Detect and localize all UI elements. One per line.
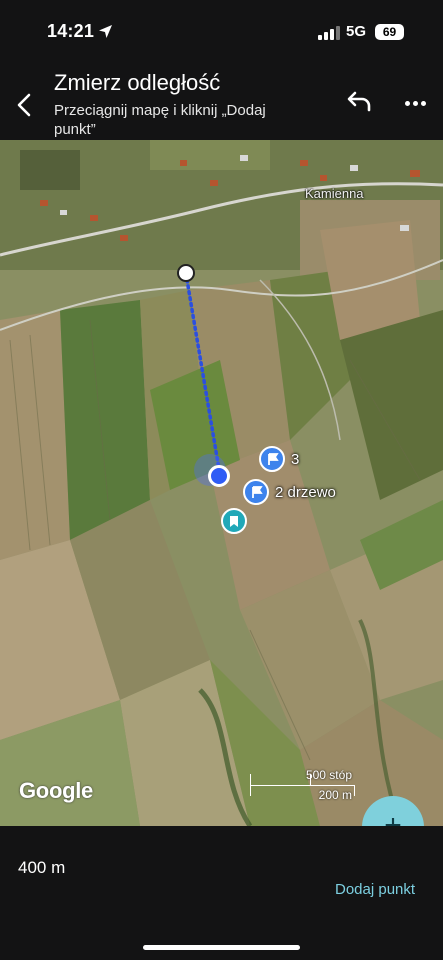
home-indicator[interactable] (143, 945, 300, 950)
place-label: Kamienna (305, 186, 364, 201)
pin-label-2-drzewo: 2 drzewo (275, 484, 336, 501)
flag-pin-3[interactable] (259, 446, 285, 472)
scale-metric: 200 m (318, 788, 352, 802)
more-options-icon[interactable] (400, 90, 430, 118)
back-arrow-icon[interactable] (10, 90, 40, 120)
google-logo: Google (19, 778, 93, 803)
pin-label-3: 3 (291, 451, 300, 468)
saved-place-marker[interactable] (221, 508, 247, 534)
battery-indicator: 69 (375, 24, 404, 40)
measured-distance: 400 m (18, 858, 66, 877)
start-point-marker (177, 264, 195, 282)
top-app-bar: Zmierz odległość Przeciągnij mapę i klik… (0, 62, 443, 140)
scale-imperial: 500 stóp (305, 768, 352, 782)
clock: 14:21 (47, 21, 95, 41)
network-type: 5G (346, 23, 367, 40)
status-bar: 14:21 5G 69 (0, 0, 443, 62)
flag-icon (252, 486, 263, 498)
bookmark-icon (230, 516, 238, 527)
undo-icon[interactable] (342, 88, 374, 118)
flag-pin-2-drzewo[interactable] (243, 479, 269, 505)
page-title: Zmierz odległość (54, 70, 221, 95)
signal-icon (318, 26, 340, 40)
map-view[interactable]: Kamienna 3 2 drzewo Google 500 stóp 200 … (0, 140, 443, 826)
current-location-marker (208, 465, 230, 487)
page-subtitle: Przeciągnij mapę i kliknij „Dodaj punkt” (54, 102, 266, 138)
flag-icon (268, 453, 279, 465)
add-point-button[interactable]: Dodaj punkt (335, 881, 415, 898)
scale-bar: 500 stóp 200 m (250, 768, 355, 804)
location-arrow-icon (99, 25, 112, 38)
